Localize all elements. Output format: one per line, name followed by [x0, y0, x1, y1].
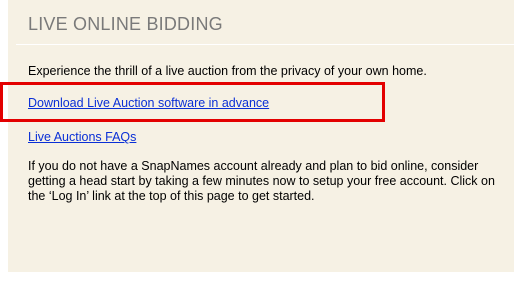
intro-text: Experience the thrill of a live auction … [28, 64, 427, 78]
title-divider [16, 44, 514, 45]
panel-title: LIVE ONLINE BIDDING [28, 14, 223, 34]
account-setup-text: If you do not have a SnapNames account a… [28, 159, 495, 203]
highlight-annotation-box [0, 82, 385, 122]
live-bidding-panel: LIVE ONLINE BIDDING Experience the thril… [8, 0, 514, 272]
live-auctions-faq-link[interactable]: Live Auctions FAQs [28, 130, 136, 144]
